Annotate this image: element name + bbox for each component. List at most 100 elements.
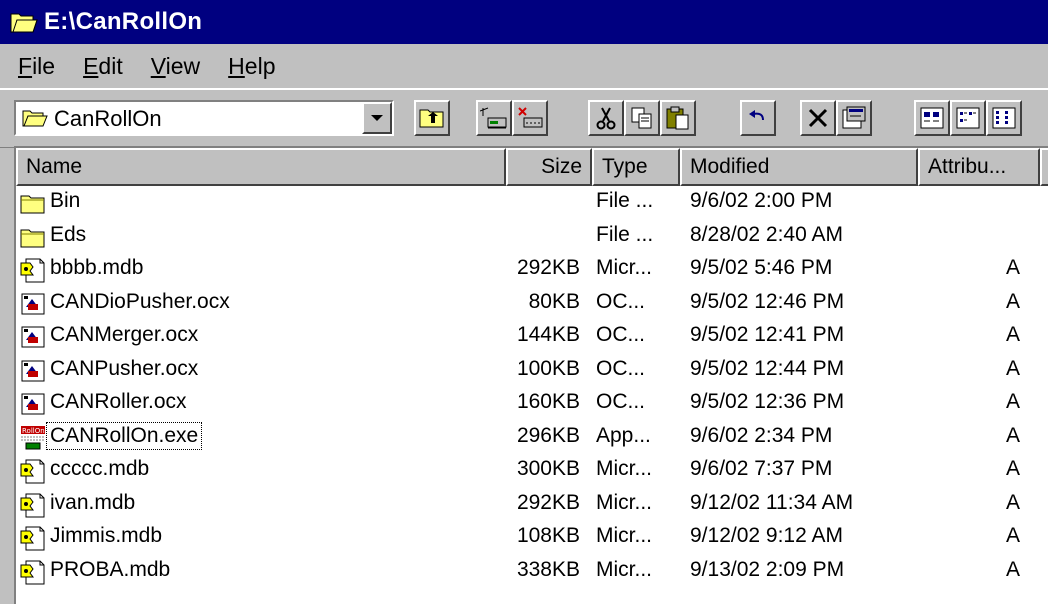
file-type: App... bbox=[596, 423, 651, 447]
file-type: OC... bbox=[596, 323, 646, 346]
file-attributes: A bbox=[1006, 490, 1021, 514]
undo-button[interactable] bbox=[740, 100, 776, 136]
file-row[interactable]: CANRoller.ocx 160KB OC... 9/5/02 12:36 PM A bbox=[16, 387, 1048, 421]
ocx-icon bbox=[20, 358, 46, 384]
address-combo[interactable]: CanRollOn bbox=[14, 100, 394, 136]
file-name: CANRollOn.exe bbox=[45, 421, 203, 450]
file-modified: 9/12/02 11:34 AM bbox=[690, 490, 854, 514]
column-header-name[interactable]: Name bbox=[16, 148, 506, 186]
access-db-icon bbox=[20, 257, 46, 283]
column-header-filler bbox=[1040, 148, 1048, 186]
file-name: PROBA.mdb bbox=[50, 557, 171, 581]
file-modified: 9/5/02 12:36 PM bbox=[690, 390, 845, 413]
file-attributes: A bbox=[1006, 557, 1021, 581]
file-modified: 9/6/02 2:34 PM bbox=[690, 423, 833, 447]
file-row[interactable]: CANPusher.ocx 100KB OC... 9/5/02 12:44 PM A bbox=[16, 354, 1048, 388]
disconnect-drive-button[interactable] bbox=[512, 100, 548, 136]
file-rows: Bin File ... 9/6/02 2:00 PM Eds File ... 8/28… bbox=[16, 186, 1048, 588]
title-bar[interactable]: E:\CanRollOn bbox=[0, 0, 1048, 44]
ocx-icon bbox=[20, 291, 46, 317]
file-size: 296KB bbox=[516, 423, 580, 447]
map-network-drive-icon bbox=[480, 107, 507, 129]
file-name: ivan.mdb bbox=[50, 490, 136, 514]
file-modified: 9/6/02 2:00 PM bbox=[690, 189, 833, 212]
column-header-modified[interactable]: Modified bbox=[680, 148, 918, 186]
column-header-type[interactable]: Type bbox=[592, 148, 680, 186]
access-db-icon bbox=[20, 458, 46, 484]
file-list[interactable]: Name Size Type Modified Attribu... Bin Fi… bbox=[14, 146, 1048, 604]
file-size: 144KB bbox=[516, 323, 580, 346]
access-db-icon bbox=[20, 492, 46, 518]
file-attributes: A bbox=[1006, 390, 1021, 413]
small-icons-button[interactable] bbox=[950, 100, 986, 136]
column-header-row: Name Size Type Modified Attribu... bbox=[16, 148, 1048, 186]
file-modified: 9/13/02 2:09 PM bbox=[690, 557, 845, 581]
cut-button[interactable] bbox=[588, 100, 624, 136]
properties-button[interactable] bbox=[836, 100, 872, 136]
file-size: 160KB bbox=[516, 390, 580, 413]
access-db-icon bbox=[20, 525, 46, 551]
file-name: Jimmis.mdb bbox=[50, 524, 163, 547]
large-icons-button[interactable] bbox=[914, 100, 950, 136]
file-modified: 9/5/02 12:44 PM bbox=[690, 356, 845, 380]
file-name: Eds bbox=[50, 222, 87, 246]
copy-button[interactable] bbox=[624, 100, 660, 136]
folder-icon bbox=[20, 190, 46, 216]
file-row[interactable]: Bin File ... 9/6/02 2:00 PM bbox=[16, 186, 1048, 220]
file-row[interactable]: ccccc.mdb 300KB Micr... 9/6/02 7:37 PM A bbox=[16, 454, 1048, 488]
file-row[interactable]: Eds File ... 8/28/02 2:40 AM bbox=[16, 220, 1048, 254]
file-attributes: A bbox=[1006, 356, 1021, 380]
file-row[interactable]: CANDioPusher.ocx 80KB OC... 9/5/02 12:46 PM… bbox=[16, 287, 1048, 321]
menu-edit[interactable]: Edit bbox=[83, 53, 123, 80]
file-attributes: A bbox=[1006, 524, 1021, 547]
ocx-icon bbox=[20, 391, 46, 417]
app-exe-icon: RollOn bbox=[20, 425, 46, 451]
disconnect-network-drive-icon bbox=[518, 107, 543, 128]
toolbar: CanRollOn bbox=[0, 88, 1048, 148]
scissors-icon bbox=[596, 107, 616, 130]
file-size: 292KB bbox=[516, 490, 580, 514]
file-row[interactable]: ivan.mdb 292KB Micr... 9/12/02 11:34 AM A bbox=[16, 488, 1048, 522]
file-row[interactable]: CANMerger.ocx 144KB OC... 9/5/02 12:41 PM A bbox=[16, 320, 1048, 354]
paste-button[interactable] bbox=[660, 100, 696, 136]
paste-icon bbox=[666, 106, 689, 130]
column-header-size[interactable]: Size bbox=[506, 148, 592, 186]
menu-accelerator: F bbox=[18, 52, 33, 79]
menu-label: iew bbox=[165, 52, 201, 79]
file-name: bbbb.mdb bbox=[50, 256, 144, 279]
file-type: Micr... bbox=[596, 256, 652, 279]
small-icons-icon bbox=[956, 107, 980, 129]
list-icon bbox=[992, 107, 1016, 129]
file-row[interactable]: PROBA.mdb 338KB Micr... 9/13/02 2:09 PM A bbox=[16, 555, 1048, 589]
up-folder-icon bbox=[419, 109, 444, 128]
file-size: 292KB bbox=[516, 256, 580, 279]
map-drive-button[interactable] bbox=[476, 100, 512, 136]
svg-text:RollOn: RollOn bbox=[22, 427, 45, 435]
menu-help[interactable]: Help bbox=[228, 53, 275, 80]
file-size: 80KB bbox=[528, 289, 580, 313]
properties-icon bbox=[842, 106, 866, 129]
menu-bar: File Edit View Help bbox=[0, 44, 1048, 88]
delete-button[interactable] bbox=[800, 100, 836, 136]
dropdown-button[interactable] bbox=[362, 102, 392, 134]
file-type: Micr... bbox=[596, 557, 652, 581]
folder-icon bbox=[10, 13, 38, 33]
list-view-button[interactable] bbox=[986, 100, 1022, 136]
column-header-attributes[interactable]: Attribu... bbox=[918, 148, 1040, 186]
file-name: CANDioPusher.ocx bbox=[50, 289, 230, 313]
file-type: Micr... bbox=[596, 524, 652, 547]
file-attributes: A bbox=[1006, 323, 1021, 346]
up-one-level-button[interactable] bbox=[414, 100, 450, 136]
file-row[interactable]: bbbb.mdb 292KB Micr... 9/5/02 5:46 PM A bbox=[16, 253, 1048, 287]
undo-icon bbox=[749, 110, 764, 121]
menu-label: ile bbox=[32, 52, 56, 79]
menu-view[interactable]: View bbox=[151, 53, 200, 80]
file-modified: 9/12/02 9:12 AM bbox=[690, 524, 843, 547]
file-type: OC... bbox=[596, 390, 646, 413]
copy-icon bbox=[631, 107, 652, 129]
file-row[interactable]: RollOn CANRollOn.exe 296KB App... 9/6/02 2:3… bbox=[16, 421, 1048, 455]
file-name: CANMerger.ocx bbox=[50, 323, 199, 346]
access-db-icon bbox=[20, 559, 46, 585]
file-row[interactable]: Jimmis.mdb 108KB Micr... 9/12/02 9:12 AM A bbox=[16, 521, 1048, 555]
menu-file[interactable]: File bbox=[18, 53, 55, 80]
